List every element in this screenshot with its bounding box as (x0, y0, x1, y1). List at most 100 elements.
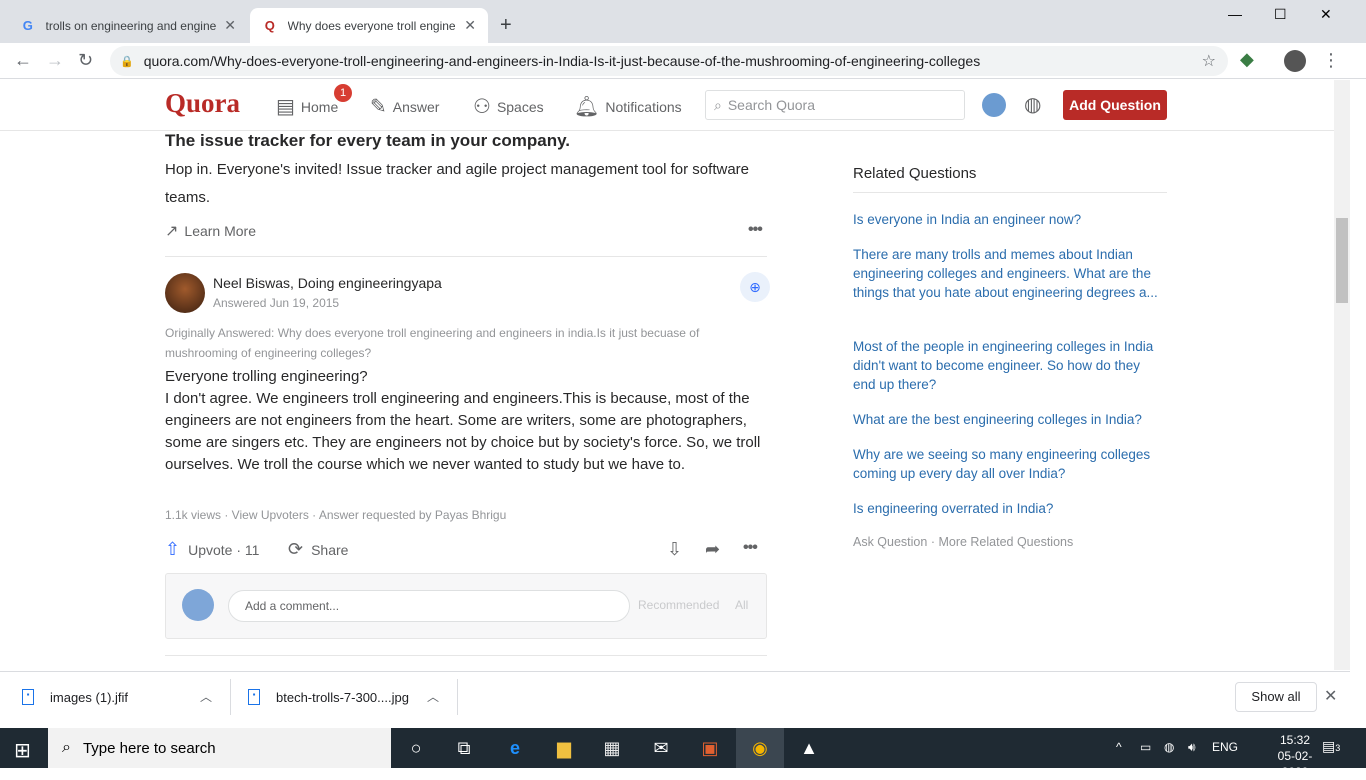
ad-more-options-icon[interactable]: ••• (748, 221, 763, 239)
nav-notifications-label: Notifications (605, 98, 682, 115)
download-filename: images (1).jfif (50, 689, 129, 705)
answer-stats[interactable]: 1.1k views · View Upvoters · Answer requ… (165, 508, 506, 522)
chevron-up-icon[interactable]: ^ (1116, 740, 1122, 754)
author-name[interactable]: Neel Biswas, Doing engineeringyapa (213, 275, 442, 291)
office-icon[interactable]: ▣ (697, 737, 723, 759)
photos-icon[interactable]: ▲ (796, 737, 822, 759)
related-question-link[interactable]: There are many trolls and memes about In… (853, 245, 1163, 302)
reload-icon[interactable]: ↻ (78, 50, 93, 71)
clock[interactable]: 15:32 05-02-2020 (1265, 732, 1325, 780)
learn-more-link[interactable]: ↗ Learn More (165, 221, 256, 241)
upvote-arrow-icon: ⇧ (165, 539, 181, 559)
minimize-icon[interactable]: — (1228, 6, 1242, 22)
clock-date: 05-02-2020 (1277, 749, 1313, 779)
extension-icon[interactable]: ◆ (1240, 49, 1254, 70)
download-item[interactable]: ▪ images (1).jfif (22, 672, 128, 722)
network-icon[interactable]: ◍ (1164, 740, 1174, 754)
file-explorer-icon[interactable]: ▆ (551, 737, 577, 759)
tab-label: trolls on engineering and engine (45, 18, 217, 33)
show-all-button[interactable]: Show all (1235, 682, 1317, 712)
tab-quora[interactable]: Q Why does everyone troll enginee ✕ (250, 8, 488, 43)
task-view-icon[interactable]: ⧉ (451, 737, 477, 759)
divider (165, 655, 767, 656)
sort-all[interactable]: All (735, 598, 748, 612)
commenter-avatar (182, 589, 214, 621)
language-indicator[interactable]: ENG (1212, 740, 1238, 754)
new-tab-button[interactable]: + (500, 14, 512, 37)
sort-recommended[interactable]: Recommended (638, 598, 719, 612)
taskbar-search-input[interactable]: ⌕ Type here to search (48, 728, 391, 768)
nav-notifications[interactable]: 🔔︎ Notifications (574, 94, 682, 119)
action-center-icon[interactable]: ▤3 (1322, 738, 1340, 755)
answer-body: I don't agree. We engineers troll engine… (165, 390, 761, 473)
comment-input[interactable]: Add a comment... (228, 590, 630, 622)
originally-answered[interactable]: Originally Answered: Why does everyone t… (165, 323, 765, 363)
maximize-icon[interactable]: ☐ (1274, 6, 1287, 23)
forward-share-button[interactable]: ➦ (705, 539, 728, 560)
upvote-label: Upvote · 11 (188, 541, 260, 558)
add-question-button[interactable]: Add Question (1063, 90, 1167, 120)
close-download-bar-icon[interactable]: ✕ (1324, 686, 1337, 706)
scrollbar-thumb[interactable] (1336, 218, 1348, 303)
url-text: quora.com/Why-does-everyone-troll-engine… (143, 53, 981, 69)
answer-more-options-icon[interactable]: ••• (743, 539, 758, 557)
follow-author-icon[interactable]: ⊕ (740, 272, 770, 302)
chevron-up-icon[interactable]: ︿ (427, 688, 439, 705)
downvote-arrow-icon: ⇩ (667, 539, 683, 559)
related-question-link[interactable]: Most of the people in engineering colleg… (853, 337, 1163, 394)
divider (165, 256, 767, 257)
forward-icon[interactable]: → (46, 50, 64, 71)
people-icon: ⚇ (473, 96, 491, 118)
answered-date[interactable]: Answered Jun 19, 2015 (213, 296, 339, 310)
close-window-icon[interactable]: ✕ (1320, 6, 1332, 23)
tab-google[interactable]: G trolls on engineering and engine ✕ (8, 8, 248, 43)
mail-icon[interactable]: ✉ (648, 737, 674, 759)
answer-line1: Everyone trolling engineering? (165, 368, 368, 385)
page-scrollbar[interactable] (1334, 80, 1350, 670)
author-avatar[interactable] (165, 273, 205, 313)
related-question-link[interactable]: Why are we seeing so many engineering co… (853, 445, 1163, 483)
globe-icon[interactable]: ◍ (1024, 92, 1041, 117)
upvote-button[interactable]: ⇧ Upvote · 11 (165, 539, 259, 560)
address-bar[interactable]: 🔒 quora.com/Why-does-everyone-troll-engi… (110, 46, 1228, 76)
back-icon[interactable]: ← (14, 50, 32, 71)
ad-body: Hop in. Everyone's invited! Issue tracke… (165, 161, 749, 206)
related-question-link[interactable]: Is everyone in India an engineer now? (853, 210, 1163, 229)
search-input[interactable]: ⌕ Search Quora (705, 90, 965, 120)
external-link-icon: ↗ (165, 223, 179, 240)
downvote-button[interactable]: ⇩ (667, 539, 690, 560)
chrome-menu-icon[interactable]: ⋮ (1322, 50, 1340, 71)
close-tab-icon[interactable]: ✕ (224, 17, 236, 34)
related-question-link[interactable]: What are the best engineering colleges i… (853, 410, 1163, 429)
answer-actions: ⇧ Upvote · 11 ⟳ Share ⇩ ➦ ••• (165, 539, 767, 561)
edge-icon[interactable]: e (502, 737, 528, 759)
sidebar-footer-links[interactable]: Ask Question · More Related Questions (853, 535, 1073, 549)
windows-start-icon[interactable]: ⊞ (14, 738, 31, 763)
nav-answer[interactable]: ✎ Answer (370, 94, 439, 119)
share-icon: ⟳ (288, 539, 304, 559)
bookmark-star-icon[interactable]: ☆ (1202, 51, 1216, 71)
store-icon[interactable]: ▦ (599, 737, 625, 759)
close-tab-icon[interactable]: ✕ (464, 17, 476, 34)
share-button[interactable]: ⟳ Share (288, 539, 348, 560)
battery-icon[interactable]: ▭ (1140, 740, 1151, 754)
nav-spaces[interactable]: ⚇ Spaces (473, 94, 544, 119)
profile-avatar[interactable] (1284, 50, 1306, 72)
search-icon: ⌕ (714, 96, 722, 113)
nav-answer-label: Answer (392, 98, 440, 115)
download-item[interactable]: ▪ btech-trolls-7-300....jpg (248, 672, 409, 722)
user-avatar[interactable] (982, 93, 1006, 117)
learn-more-label: Learn More (184, 223, 256, 239)
chevron-up-icon[interactable]: ︿ (200, 688, 212, 705)
nav-spaces-label: Spaces (496, 98, 544, 115)
ad-title[interactable]: The issue tracker for every team in your… (165, 131, 570, 151)
quora-logo[interactable]: Quora (165, 88, 240, 119)
nav-home[interactable]: ▤ Home (276, 94, 338, 119)
related-question-link[interactable]: Is engineering overrated in India? (853, 499, 1163, 518)
related-questions-heading: Related Questions (853, 165, 977, 182)
clock-time: 15:32 (1279, 733, 1311, 747)
volume-icon[interactable]: 🔊︎ (1188, 740, 1196, 755)
chrome-icon[interactable]: ◉ (747, 737, 773, 759)
cortana-icon[interactable]: ○ (403, 737, 429, 759)
divider (457, 679, 458, 715)
